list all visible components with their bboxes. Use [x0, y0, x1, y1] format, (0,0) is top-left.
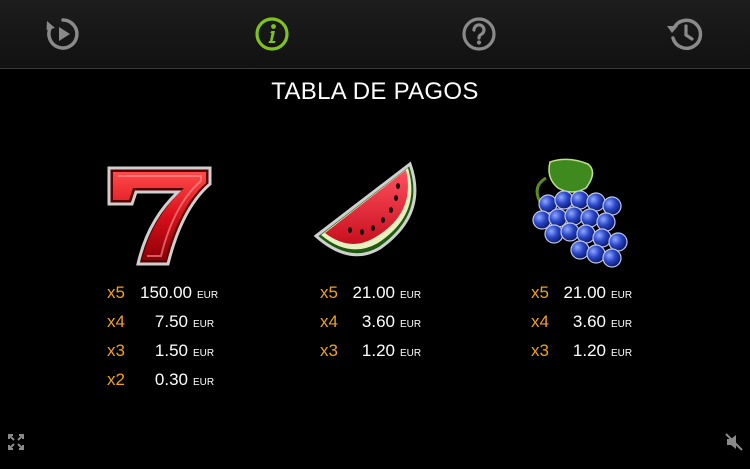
pay-row: x2 0.30 EUR	[107, 370, 218, 399]
currency: EUR	[193, 319, 215, 330]
currency: EUR	[193, 377, 215, 388]
payout-amount: 21.00	[563, 283, 606, 302]
payout-amount: 1.20	[361, 341, 395, 360]
currency: EUR	[611, 348, 633, 359]
payout-amount: 1.50	[154, 341, 188, 360]
replay-icon	[46, 18, 79, 50]
fullscreen-button[interactable]	[5, 431, 27, 453]
payout-amount: 21.00	[352, 283, 395, 302]
payout-amount: 3.60	[361, 312, 395, 331]
seven-symbol	[102, 160, 217, 270]
replay-button[interactable]	[43, 14, 83, 54]
info-icon	[255, 17, 289, 51]
grapes-symbol	[528, 158, 633, 270]
payout-amount: 1.20	[572, 341, 606, 360]
multiplier: x4	[531, 312, 549, 331]
watermelon-symbol	[310, 158, 428, 268]
top-toolbar	[0, 0, 750, 69]
pay-row: x3 1.20 EUR	[531, 341, 632, 370]
currency: EUR	[400, 290, 422, 301]
payout-amount: 3.60	[572, 312, 606, 331]
currency: EUR	[400, 348, 422, 359]
multiplier: x4	[320, 312, 338, 331]
multiplier: x5	[531, 283, 549, 302]
pay-row: x4 3.60 EUR	[320, 312, 421, 341]
watermelon-paytable: x5 21.00 EUR x4 3.60 EUR x3 1.20 EUR	[320, 283, 421, 370]
payout-amount: 7.50	[154, 312, 188, 331]
currency: EUR	[611, 319, 633, 330]
payout-amount: 0.30	[154, 370, 188, 389]
pay-row: x5 21.00 EUR	[531, 283, 632, 312]
history-icon	[667, 18, 703, 51]
sound-off-icon	[725, 433, 743, 451]
multiplier: x3	[107, 341, 125, 360]
currency: EUR	[193, 348, 215, 359]
grapes-paytable: x5 21.00 EUR x4 3.60 EUR x3 1.20 EUR	[531, 283, 632, 370]
info-button[interactable]	[252, 14, 292, 54]
seven-paytable: x5 150.00 EUR x4 7.50 EUR x3 1.50 EUR x2…	[107, 283, 218, 399]
pay-row: x4 3.60 EUR	[531, 312, 632, 341]
fullscreen-icon	[8, 434, 24, 450]
multiplier: x3	[320, 341, 338, 360]
history-button[interactable]	[665, 14, 705, 54]
multiplier: x5	[107, 283, 125, 302]
multiplier: x2	[107, 370, 125, 389]
help-button[interactable]	[459, 14, 499, 54]
page-title: TABLA DE PAGOS	[271, 78, 479, 105]
pay-row: x5 150.00 EUR	[107, 283, 218, 312]
currency: EUR	[400, 319, 422, 330]
pay-row: x5 21.00 EUR	[320, 283, 421, 312]
multiplier: x3	[531, 341, 549, 360]
pay-row: x3 1.20 EUR	[320, 341, 421, 370]
sound-toggle-button[interactable]	[723, 431, 745, 453]
currency: EUR	[611, 290, 633, 301]
help-icon	[462, 17, 496, 51]
multiplier: x5	[320, 283, 338, 302]
currency: EUR	[197, 290, 219, 301]
multiplier: x4	[107, 312, 125, 331]
pay-row: x4 7.50 EUR	[107, 312, 218, 341]
pay-row: x3 1.50 EUR	[107, 341, 218, 370]
payout-amount: 150.00	[140, 283, 192, 302]
